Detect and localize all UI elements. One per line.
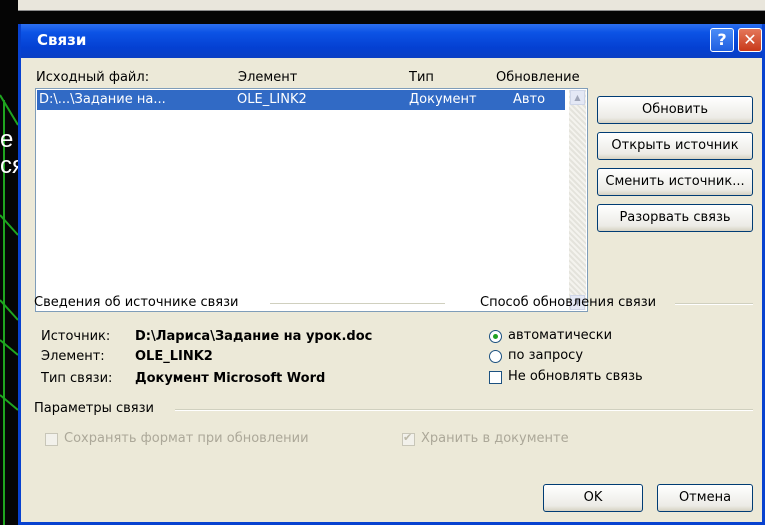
- break-link-button[interactable]: Разорвать связь: [597, 204, 753, 232]
- links-dialog: Связи ? ✕ Исходный файл: Элемент Тип Обн…: [18, 24, 765, 525]
- column-header-update[interactable]: Обновление: [496, 70, 580, 85]
- column-header-type[interactable]: Тип: [409, 70, 434, 85]
- group-divider: [270, 303, 445, 305]
- dialog-title: Связи: [37, 31, 87, 49]
- link-type-label: Тип связи:: [41, 371, 113, 386]
- radio-manual[interactable]: [489, 350, 502, 363]
- close-button[interactable]: ✕: [738, 28, 762, 52]
- column-header-source[interactable]: Исходный файл:: [36, 70, 149, 85]
- slide-text-fragment: е: [0, 126, 14, 153]
- cancel-button[interactable]: Отмена: [657, 484, 753, 512]
- row-element: OLE_LINK2: [237, 92, 307, 107]
- element-label: Элемент:: [41, 349, 105, 364]
- close-icon: ✕: [743, 30, 757, 49]
- ok-button[interactable]: OK: [543, 484, 643, 512]
- ruler-strip: [18, 0, 765, 11]
- scroll-up-icon[interactable]: ▲: [570, 90, 585, 105]
- link-type-value: Документ Microsoft Word: [135, 371, 326, 386]
- update-method-group-title: Способ обновления связи: [480, 295, 657, 310]
- help-button[interactable]: ?: [710, 28, 734, 52]
- column-header-element[interactable]: Элемент: [238, 70, 297, 85]
- store-in-doc-checkbox[interactable]: [402, 431, 415, 446]
- list-item[interactable]: D:\...\Задание на... OLE_LINK2 Документ …: [37, 90, 565, 110]
- keep-format-label: Сохранять формат при обновлении: [64, 431, 309, 446]
- row-update: Авто: [513, 92, 546, 107]
- list-scrollbar[interactable]: ▲ ▼: [569, 90, 586, 310]
- title-bar[interactable]: Связи ? ✕: [21, 24, 762, 58]
- group-divider: [175, 409, 753, 411]
- source-value: D:\Лариса\Задание на урок.doc: [135, 329, 373, 344]
- locked-checkbox-label[interactable]: Не обновлять связь: [508, 369, 643, 384]
- radio-automatic-label[interactable]: автоматически: [508, 328, 612, 343]
- row-source: D:\...\Задание на...: [39, 92, 166, 107]
- row-type: Документ: [409, 92, 477, 107]
- radio-automatic[interactable]: [489, 330, 502, 343]
- group-divider: [675, 303, 753, 305]
- links-list[interactable]: D:\...\Задание на... OLE_LINK2 Документ …: [35, 88, 588, 312]
- change-source-button[interactable]: Сменить источник...: [597, 168, 753, 196]
- update-now-button[interactable]: Обновить: [597, 96, 753, 124]
- source-info-group-title: Сведения об источнике связи: [34, 295, 239, 310]
- store-in-doc-label: Хранить в документе: [421, 431, 569, 446]
- source-label: Источник:: [41, 329, 111, 344]
- locked-checkbox[interactable]: [489, 371, 502, 384]
- element-value: OLE_LINK2: [135, 349, 213, 364]
- keep-format-checkbox[interactable]: [45, 433, 58, 446]
- open-source-button[interactable]: Открыть источник: [597, 132, 753, 160]
- link-params-group-title: Параметры связи: [34, 401, 154, 416]
- radio-manual-label[interactable]: по запросу: [508, 348, 583, 363]
